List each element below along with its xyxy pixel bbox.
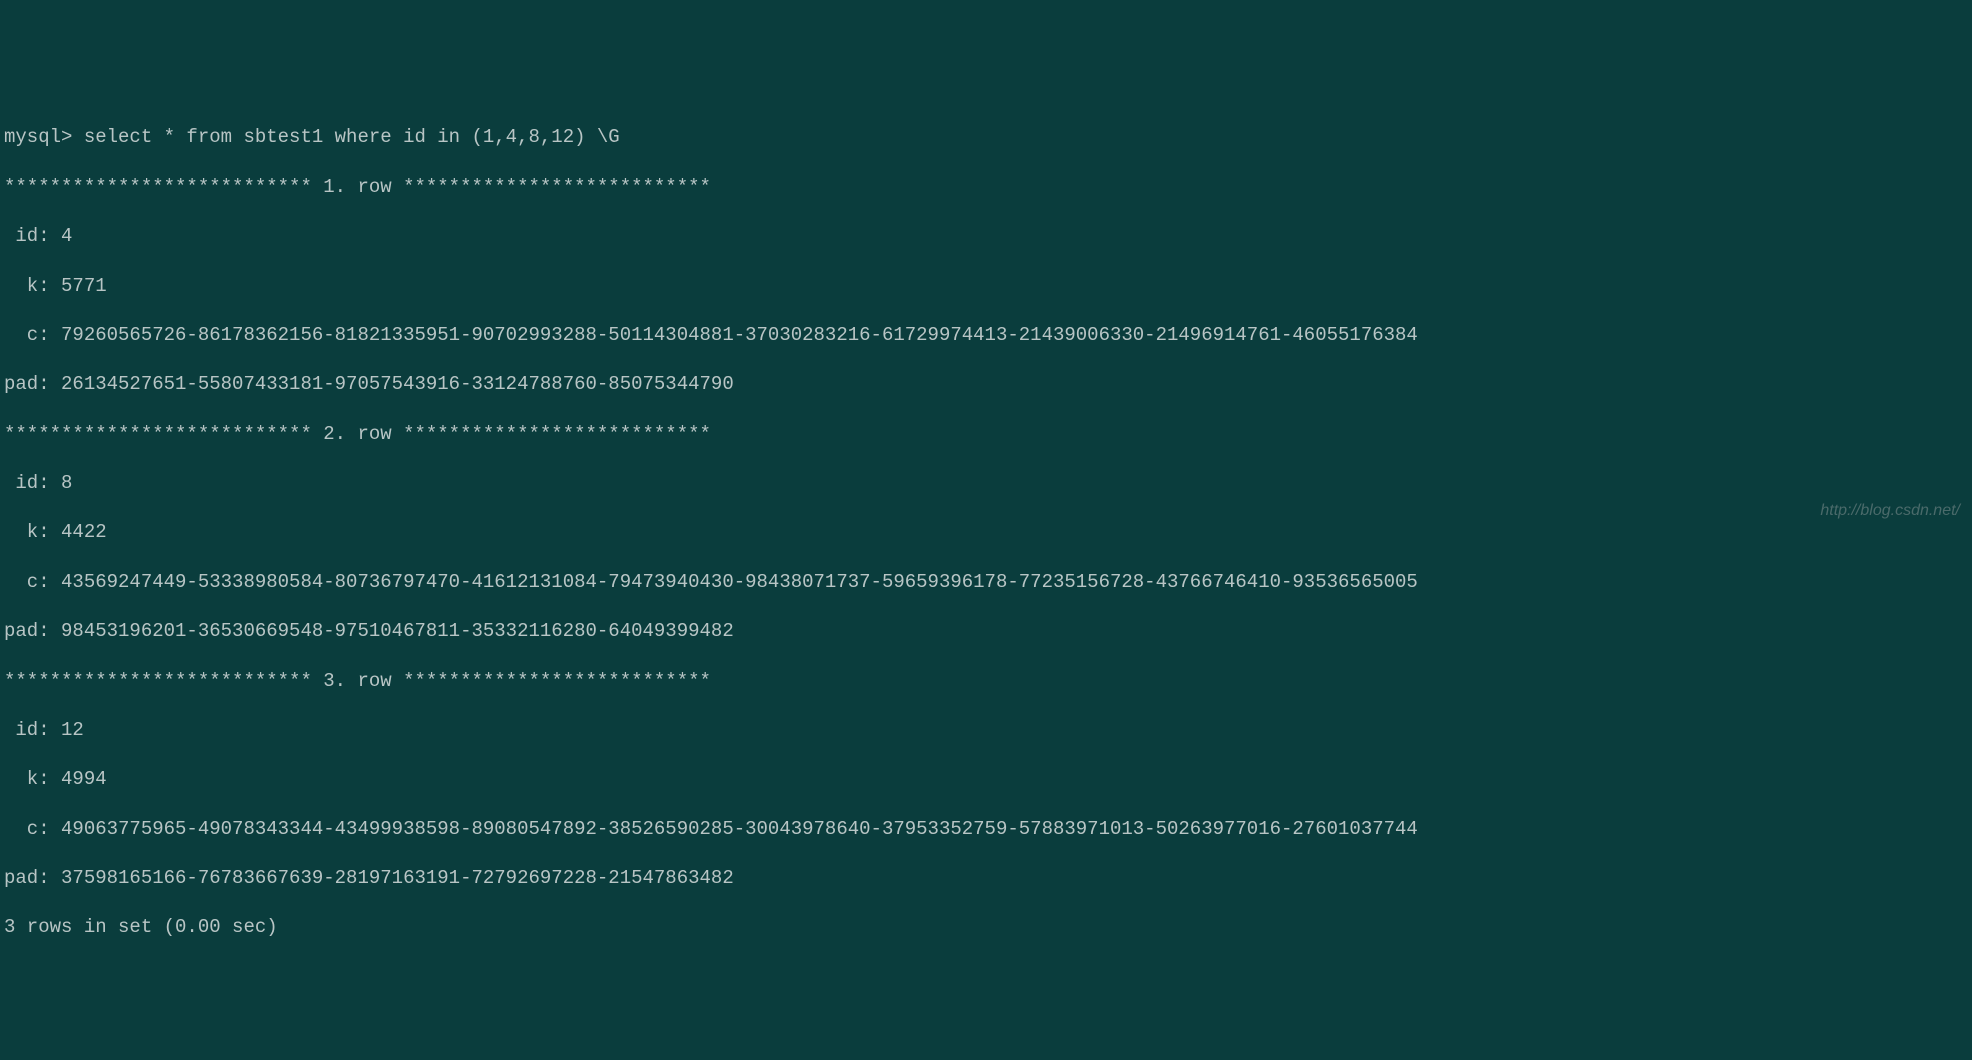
row2-id: id: 8 — [4, 471, 1968, 496]
terminal-output: mysql> select * from sbtest1 where id in… — [4, 101, 1968, 965]
row2-header: *************************** 2. row *****… — [4, 422, 1968, 447]
row1-c: c: 79260565726-86178362156-81821335951-9… — [4, 323, 1968, 348]
row2-c: c: 43569247449-53338980584-80736797470-4… — [4, 570, 1968, 595]
result-footer: 3 rows in set (0.00 sec) — [4, 915, 1968, 940]
row1-id: id: 4 — [4, 224, 1968, 249]
row1-k: k: 5771 — [4, 274, 1968, 299]
row3-pad: pad: 37598165166-76783667639-28197163191… — [4, 866, 1968, 891]
row2-pad: pad: 98453196201-36530669548-97510467811… — [4, 619, 1968, 644]
row3-k: k: 4994 — [4, 767, 1968, 792]
row3-header: *************************** 3. row *****… — [4, 669, 1968, 694]
row1-header: *************************** 1. row *****… — [4, 175, 1968, 200]
row3-c: c: 49063775965-49078343344-43499938598-8… — [4, 817, 1968, 842]
row2-k: k: 4422 — [4, 520, 1968, 545]
watermark: http://blog.csdn.net/ — [1820, 501, 1960, 522]
prompt-line: mysql> select * from sbtest1 where id in… — [4, 125, 1968, 150]
row1-pad: pad: 26134527651-55807433181-97057543916… — [4, 372, 1968, 397]
row3-id: id: 12 — [4, 718, 1968, 743]
